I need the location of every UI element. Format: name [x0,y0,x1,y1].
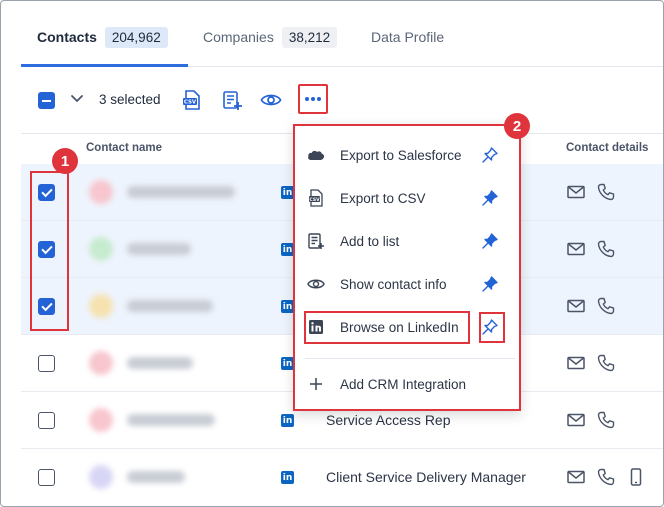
salesforce-icon [307,146,325,164]
add-to-list-icon[interactable] [221,89,243,111]
mobile-phone-icon[interactable] [626,467,646,487]
contacts-panel: Contacts 204,962 Companies 38,212 Data P… [0,0,664,507]
email-icon[interactable] [566,239,586,259]
phone-icon[interactable] [596,353,616,373]
contact-name-redacted [127,300,213,312]
eye-icon [307,275,325,293]
phone-icon[interactable] [596,467,616,487]
add-to-list-icon [307,232,325,250]
menu-item-export-csv[interactable]: CSV Export to CSV [295,178,519,218]
more-options-button[interactable] [298,84,328,114]
email-icon[interactable] [566,182,586,202]
job-title: Client Service Delivery Manager [326,469,526,485]
annotation-box-browse-linkedin [304,311,470,344]
phone-icon[interactable] [596,239,616,259]
pin-filled-icon[interactable] [481,275,499,293]
csv-icon: CSV [307,189,325,207]
avatar [89,294,113,318]
pin-filled-icon[interactable] [481,189,499,207]
annotation-box-checkboxes [30,171,69,331]
row-checkbox[interactable] [38,412,55,429]
contact-name-redacted [127,243,191,255]
pin-filled-icon[interactable] [481,232,499,250]
linkedin-icon[interactable]: in [281,471,294,484]
phone-icon[interactable] [596,182,616,202]
table-row[interactable]: in Client Service Delivery Manager [21,449,663,506]
menu-item-label: Add CRM Integration [340,376,467,392]
contact-name-redacted [127,471,185,483]
more-options-menu: Export to Salesforce CSV Export to CSV A… [293,124,521,411]
menu-item-show-contact-info[interactable]: Show contact info [295,264,519,304]
header-contact-details: Contact details [566,142,649,154]
contact-name-redacted [127,357,193,369]
tab-contacts[interactable]: Contacts 204,962 [37,26,168,48]
menu-item-label: Add to list [340,233,400,249]
menu-item-label: Show contact info [340,276,447,292]
email-icon[interactable] [566,467,586,487]
avatar [89,408,113,432]
chevron-down-icon[interactable] [69,90,85,106]
tab-companies-count: 38,212 [281,26,338,48]
select-all-checkbox[interactable] [38,92,55,109]
row-checkbox[interactable] [38,355,55,372]
avatar [89,237,113,261]
tab-companies-label: Companies [203,29,274,45]
avatar [89,180,113,204]
csv-export-icon[interactable]: CSV [181,89,203,111]
tab-contacts-count: 204,962 [104,26,168,48]
eye-icon[interactable] [260,89,282,111]
avatar [89,465,113,489]
menu-item-label: Export to CSV [340,190,426,206]
plus-icon [307,375,325,393]
phone-icon[interactable] [596,410,616,430]
contact-name-redacted [127,414,215,426]
annotation-badge-2: 2 [504,113,530,139]
menu-divider [305,358,515,359]
menu-item-export-salesforce[interactable]: Export to Salesforce [295,135,519,175]
selected-count-text: 3 selected [99,92,161,107]
svg-text:CSV: CSV [184,100,197,106]
header-contact-name: Contact name [86,142,163,154]
annotation-box-pin [479,312,505,343]
tab-data-profile[interactable]: Data Profile [371,26,444,48]
linkedin-icon[interactable]: in [281,414,294,427]
tab-data-profile-label: Data Profile [371,29,445,45]
tab-contacts-label: Contacts [37,29,97,45]
tab-companies[interactable]: Companies 38,212 [203,26,338,48]
tab-bar: Contacts 204,962 Companies 38,212 Data P… [21,1,663,67]
email-icon[interactable] [566,353,586,373]
phone-icon[interactable] [596,296,616,316]
avatar [89,351,113,375]
pin-outline-icon[interactable] [481,146,499,164]
menu-item-add-crm-integration[interactable]: Add CRM Integration [295,364,519,404]
job-title: Service Access Rep [326,412,451,428]
email-icon[interactable] [566,410,586,430]
menu-item-add-to-list[interactable]: Add to list [295,221,519,261]
annotation-badge-1: 1 [52,148,78,174]
more-options-icon [305,97,321,101]
menu-item-label: Export to Salesforce [340,147,462,163]
contact-name-redacted [127,186,235,198]
email-icon[interactable] [566,296,586,316]
row-checkbox[interactable] [38,469,55,486]
svg-text:CSV: CSV [309,197,320,203]
